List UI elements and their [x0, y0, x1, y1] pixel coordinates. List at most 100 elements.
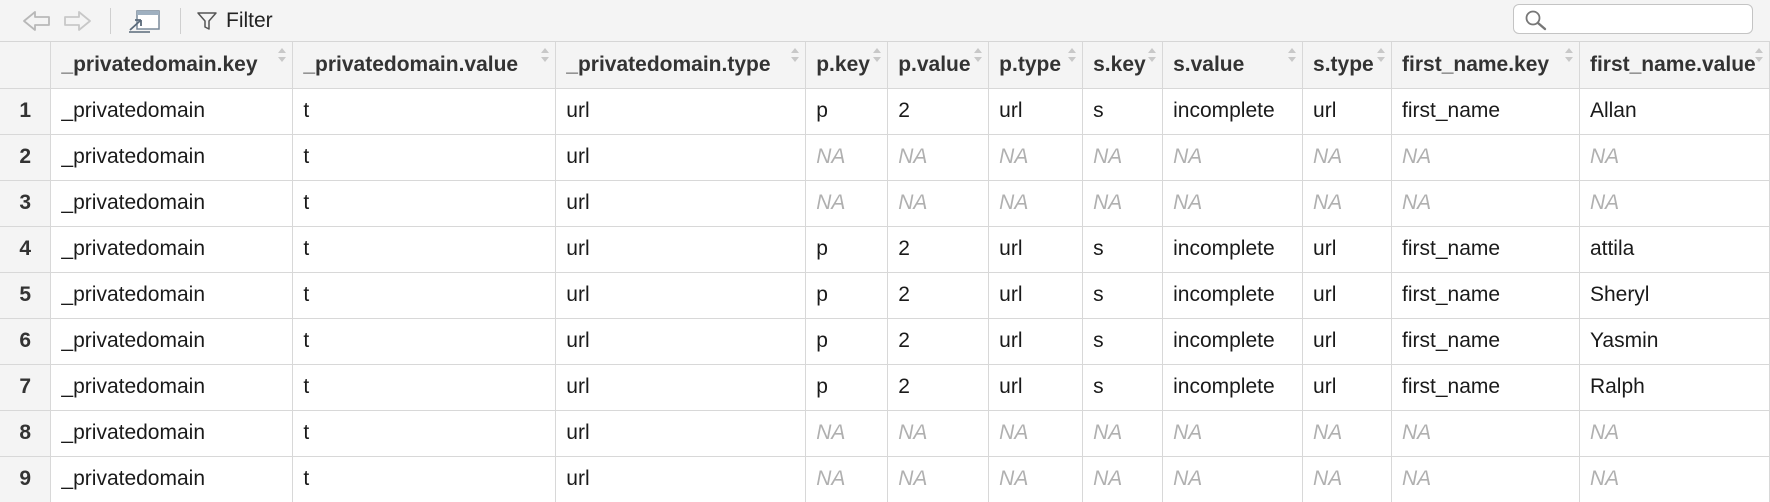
table-row[interactable]: 5 _privatedomain t url p 2 url s incomplete url fi… — [0, 272, 1770, 319]
table-cell: NA — [805, 456, 889, 502]
forward-arrow-icon — [64, 11, 91, 31]
table-cell: Ralph — [1579, 364, 1770, 411]
table-cell: attila — [1579, 226, 1770, 273]
row-number: 3 — [0, 180, 52, 227]
table-cell: s — [1082, 272, 1164, 319]
table-cell: s — [1082, 318, 1164, 365]
table-cell: url — [555, 410, 807, 457]
table-cell: incomplete — [1162, 226, 1304, 273]
table-cell: url — [1302, 318, 1393, 365]
column-header[interactable]: p.value — [887, 42, 990, 89]
table-cell: t — [292, 318, 557, 365]
column-header[interactable]: s.key — [1082, 42, 1164, 89]
table-row[interactable]: 8 _privatedomain t url NA NA NA NA NA NA NA NA — [0, 410, 1770, 457]
sort-arrows-icon[interactable] — [1755, 48, 1763, 68]
search-input[interactable] — [1554, 8, 1748, 32]
table-cell: NA — [805, 134, 889, 181]
row-number: 9 — [0, 456, 52, 502]
column-header[interactable]: first_name.key — [1391, 42, 1580, 89]
table-cell: 2 — [887, 272, 990, 319]
table-cell: url — [555, 364, 807, 411]
column-header[interactable]: _privatedomain.type — [555, 42, 807, 89]
table-cell: t — [292, 226, 557, 273]
table-cell: NA — [887, 410, 990, 457]
table-cell: url — [988, 364, 1084, 411]
table-cell: NA — [1082, 134, 1164, 181]
table-cell: p — [805, 364, 889, 411]
table-cell: _privatedomain — [50, 272, 294, 319]
row-number: 5 — [0, 272, 52, 319]
table-cell: url — [555, 272, 807, 319]
table-cell: NA — [1391, 180, 1580, 227]
table-cell: NA — [1302, 410, 1393, 457]
toolbar: Filter — [0, 0, 1770, 42]
column-header[interactable]: p.key — [805, 42, 889, 89]
table-row[interactable]: 1 _privatedomain t url p 2 url s incomplete url fi… — [0, 88, 1770, 135]
table-cell: url — [555, 88, 807, 135]
table-cell: url — [555, 318, 807, 365]
table-cell: p — [805, 272, 889, 319]
table-row[interactable]: 2 _privatedomain t url NA NA NA NA NA NA NA NA — [0, 134, 1770, 181]
table-cell: url — [988, 226, 1084, 273]
column-header-label: s.value — [1173, 52, 1245, 76]
sort-arrows-icon[interactable] — [1148, 48, 1157, 68]
sort-arrows-icon[interactable] — [1377, 48, 1386, 68]
table-cell: 2 — [887, 88, 990, 135]
sort-arrows-icon[interactable] — [541, 48, 550, 68]
table-cell: url — [1302, 226, 1393, 273]
table-cell: NA — [988, 180, 1084, 227]
table-cell: NA — [887, 180, 990, 227]
search-box[interactable] — [1513, 4, 1753, 34]
table-cell: t — [292, 272, 557, 319]
table-cell: url — [1302, 88, 1393, 135]
table-row[interactable]: 7 _privatedomain t url p 2 url s incomplete url fi… — [0, 364, 1770, 411]
column-header[interactable]: first_name.value — [1579, 42, 1770, 89]
table-row[interactable]: 6 _privatedomain t url p 2 url s incomplete url fi… — [0, 318, 1770, 365]
table-cell: incomplete — [1162, 88, 1304, 135]
sort-arrows-icon[interactable] — [278, 48, 287, 68]
filter-button[interactable]: Filter — [196, 6, 296, 36]
table-cell: _privatedomain — [50, 226, 294, 273]
table-cell: NA — [1162, 410, 1304, 457]
table-row[interactable]: 9 _privatedomain t url NA NA NA NA NA NA NA NA — [0, 456, 1770, 502]
column-header[interactable]: _privatedomain.value — [292, 42, 557, 89]
sort-arrows-icon[interactable] — [1564, 48, 1573, 68]
sort-arrows-icon[interactable] — [873, 48, 882, 68]
table-cell: 2 — [887, 226, 990, 273]
table-cell: _privatedomain — [50, 364, 294, 411]
forward-button[interactable] — [58, 6, 96, 36]
table-cell: url — [555, 456, 807, 502]
table-cell: t — [292, 410, 557, 457]
table-cell: t — [292, 88, 557, 135]
table-cell: incomplete — [1162, 364, 1304, 411]
column-header[interactable]: p.type — [988, 42, 1084, 89]
column-header-label: _privatedomain.type — [566, 52, 771, 76]
table-cell: NA — [1579, 410, 1770, 457]
table-cell: NA — [1391, 134, 1580, 181]
sort-arrows-icon[interactable] — [791, 48, 800, 68]
table-cell: first_name — [1391, 226, 1580, 273]
table-cell: incomplete — [1162, 272, 1304, 319]
sort-arrows-icon[interactable] — [974, 48, 983, 68]
column-header-label: p.value — [898, 52, 971, 76]
table-cell: s — [1082, 364, 1164, 411]
table-row[interactable]: 3 _privatedomain t url NA NA NA NA NA NA NA NA — [0, 180, 1770, 227]
sort-arrows-icon[interactable] — [1288, 48, 1297, 68]
column-header[interactable]: s.value — [1162, 42, 1304, 89]
table-cell: _privatedomain — [50, 456, 294, 502]
column-header[interactable]: s.type — [1302, 42, 1393, 89]
table-cell: Yasmin — [1579, 318, 1770, 365]
back-button[interactable] — [18, 6, 56, 36]
table-cell: url — [1302, 364, 1393, 411]
table-cell: NA — [1302, 180, 1393, 227]
column-header[interactable]: _privatedomain.key — [50, 42, 294, 89]
table-cell: s — [1082, 226, 1164, 273]
popout-button[interactable] — [124, 6, 166, 36]
sort-arrows-icon[interactable] — [1068, 48, 1077, 68]
table-row[interactable]: 4 _privatedomain t url p 2 url s incomplete url fi… — [0, 226, 1770, 273]
table-cell: url — [555, 226, 807, 273]
table-cell: NA — [887, 134, 990, 181]
row-number: 6 — [0, 318, 52, 365]
row-number: 8 — [0, 410, 52, 457]
table-cell: incomplete — [1162, 318, 1304, 365]
